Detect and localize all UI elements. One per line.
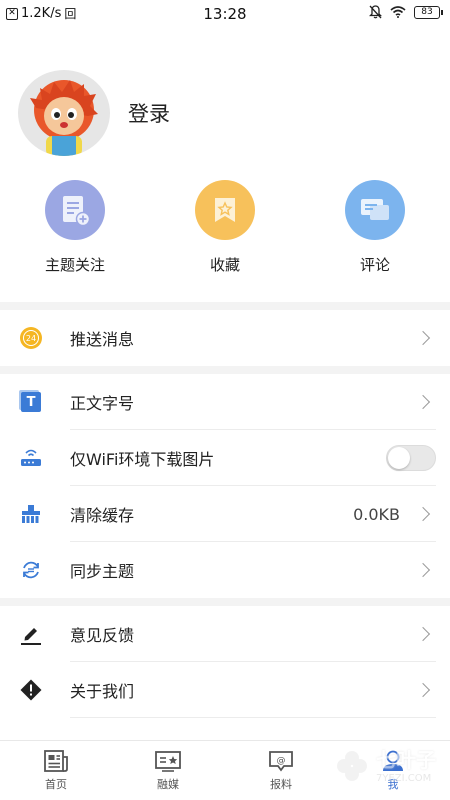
add-subscription-icon [45, 180, 105, 240]
pen-edit-icon [18, 621, 44, 647]
bookmark-icon [195, 180, 255, 240]
row-label: 正文字号 [70, 394, 135, 413]
chevron-right-icon [415, 330, 431, 346]
watermark: 七叶子 7YEZI.COM [332, 744, 436, 784]
watermark-leaf-icon [337, 751, 367, 781]
lion-mascot-icon [30, 80, 98, 156]
quick-actions: 主题关注 收藏 评论 [0, 180, 450, 280]
row-label: 清除缓存 [70, 506, 135, 525]
chevron-right-icon [415, 394, 431, 410]
row-feedback[interactable]: 意见反馈 [0, 606, 450, 662]
quick-action-label: 收藏 [209, 256, 240, 274]
toggle-knob [388, 447, 410, 469]
avatar[interactable] [18, 70, 110, 156]
row-wifi-only: 仅WiFi环境下载图片 [0, 430, 450, 486]
sync-icon [18, 557, 44, 583]
quick-action-comments[interactable]: 评论 [315, 180, 435, 275]
status-right: 83 [369, 5, 443, 19]
chevron-right-icon [415, 562, 431, 578]
row-clear-cache[interactable]: 清除缓存 0.0KB [0, 486, 450, 542]
row-sync-topics[interactable]: 同步主题 [0, 542, 450, 598]
chevron-right-icon [415, 506, 431, 522]
section-divider [0, 366, 450, 374]
report-icon: @ [267, 749, 295, 773]
battery-icon: 83 [414, 5, 443, 19]
media-icon [154, 749, 182, 773]
row-divider [70, 717, 436, 718]
tab-label: 首页 [45, 778, 67, 791]
tab-report[interactable]: @ 报料 [236, 749, 326, 792]
row-label: 仅WiFi环境下载图片 [70, 450, 215, 469]
row-label: 同步主题 [70, 562, 135, 581]
svg-text:@: @ [277, 756, 286, 766]
wifi-only-toggle[interactable] [386, 445, 436, 471]
wifi-icon [390, 6, 406, 18]
row-font-size[interactable]: T 正文字号 [0, 374, 450, 430]
row-label: 推送消息 [70, 330, 135, 349]
quick-action-topics[interactable]: 主题关注 [15, 180, 135, 275]
alert-diamond-icon [18, 677, 44, 703]
router-icon [18, 445, 44, 471]
comment-icon [345, 180, 405, 240]
quick-action-label: 评论 [359, 256, 390, 274]
broom-icon [18, 501, 44, 527]
status-bar: ✕ 1.2K/s 回 13:28 83 [0, 0, 450, 28]
quick-action-favorites[interactable]: 收藏 [165, 180, 285, 275]
battery-level: 83 [421, 7, 433, 17]
row-about-us[interactable]: 关于我们 [0, 662, 450, 718]
section-divider [0, 302, 450, 310]
home-news-icon [42, 749, 70, 773]
watermark-site: 7YEZI.COM [376, 773, 432, 784]
tab-media[interactable]: 融媒 [123, 749, 213, 792]
tab-label: 融媒 [157, 778, 179, 791]
cache-size-value: 0.0KB [353, 504, 400, 524]
watermark-brand: 七叶子 [376, 748, 436, 772]
section-divider [0, 598, 450, 606]
text-size-letter: T [21, 392, 41, 412]
push-badge-icon: 24 [18, 325, 44, 351]
profile-header[interactable]: 登录 [18, 70, 170, 156]
login-link[interactable]: 登录 [128, 98, 170, 128]
row-label: 关于我们 [70, 682, 135, 701]
push-badge-number: 24 [23, 330, 39, 346]
row-label: 意见反馈 [70, 626, 135, 645]
chevron-right-icon [415, 682, 431, 698]
tab-label: 报料 [270, 778, 292, 791]
row-push-messages[interactable]: 24 推送消息 [0, 310, 450, 366]
text-size-icon: T [18, 389, 44, 415]
mute-bell-icon [369, 5, 382, 19]
chevron-right-icon [415, 626, 431, 642]
quick-action-label: 主题关注 [44, 256, 105, 274]
tab-home[interactable]: 首页 [11, 749, 101, 792]
